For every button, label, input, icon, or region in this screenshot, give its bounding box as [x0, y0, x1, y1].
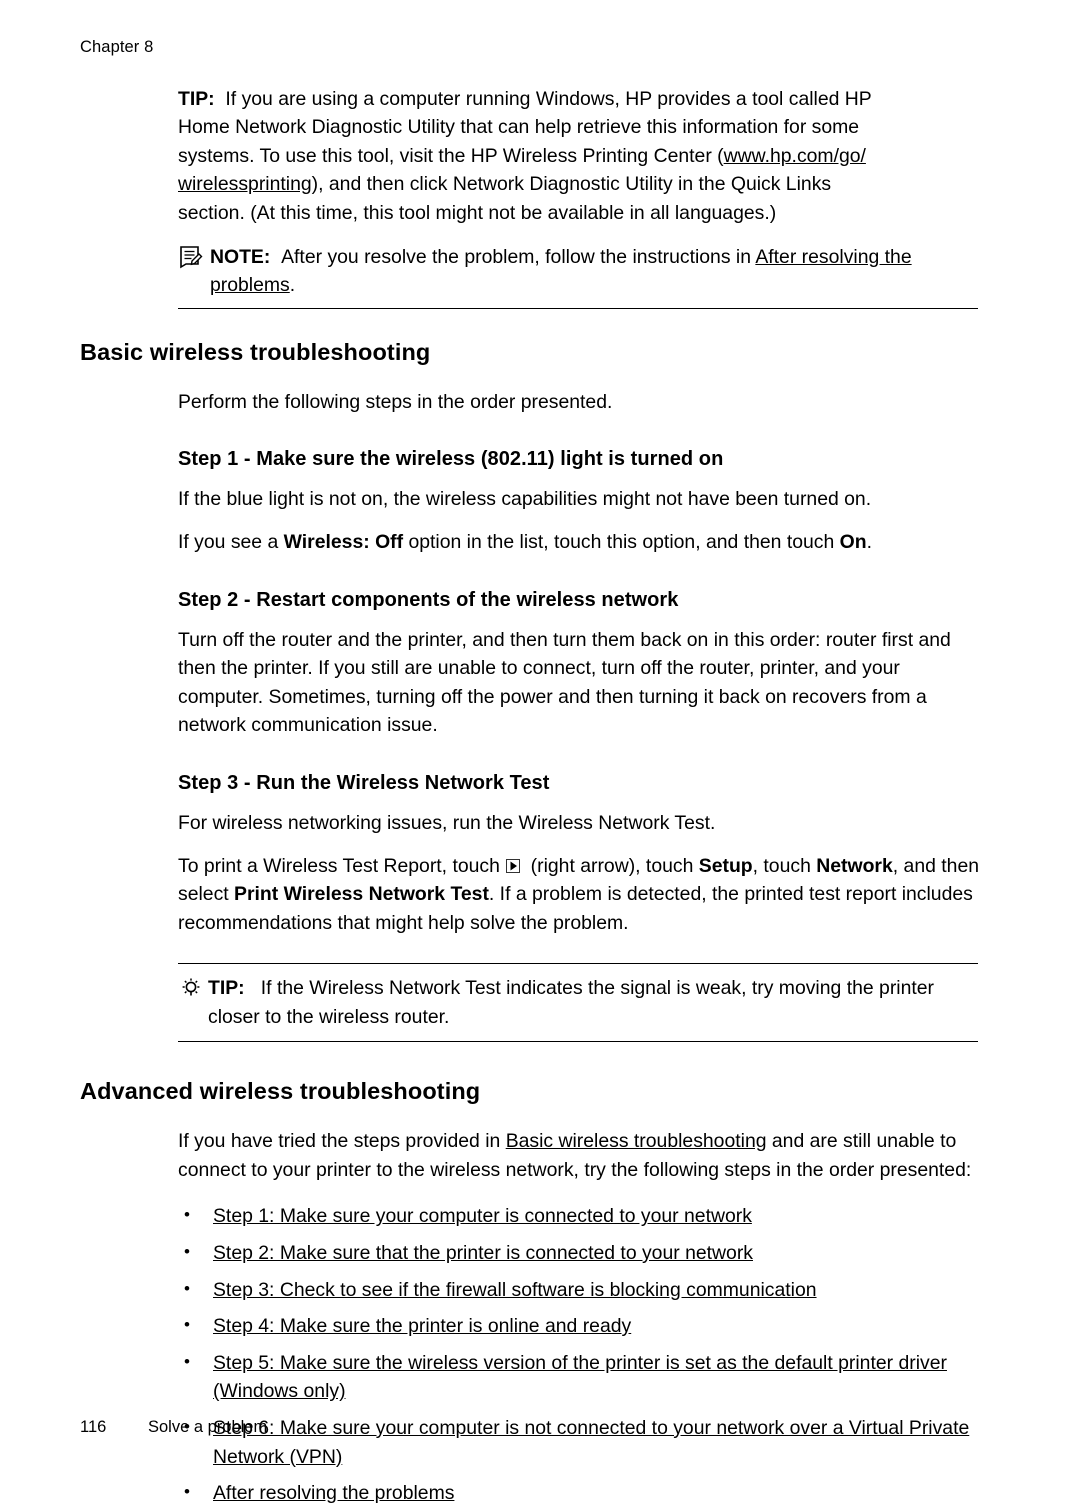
page-footer: 116 Solve a problem [80, 1418, 267, 1437]
tip2-divider-top [178, 963, 978, 965]
tip-block-1: TIP: If you are using a computer running… [178, 85, 978, 227]
advanced-step-link[interactable]: Step 4: Make sure the printer is online … [213, 1315, 631, 1337]
step3-heading: Step 3 - Run the Wireless Network Test [178, 772, 550, 794]
note-divider [178, 307, 978, 309]
document-page: Chapter 8 TIP: If you are using a comput… [0, 0, 1080, 1506]
right-arrow-icon [506, 854, 522, 873]
note-block: NOTE: After you resolve the problem, fol… [178, 243, 978, 309]
step1-p2-a: If you see a [178, 531, 284, 554]
tip-line-5: section. (At this time, this tool might … [178, 201, 777, 224]
advanced-step-link[interactable]: Step 1: Make sure your computer is conne… [213, 1205, 752, 1227]
tip-line-3: systems. To use this tool, visit the HP … [178, 144, 724, 167]
step3-p2-c: , touch [752, 854, 817, 877]
basic-wireless-troubleshooting-link[interactable]: Basic wireless troubleshooting [506, 1130, 767, 1152]
advanced-step-link[interactable]: Step 6: Make sure your computer is not c… [213, 1417, 969, 1468]
network-label: Network [816, 854, 893, 877]
chapter-label: Chapter 8 [80, 38, 154, 56]
tip-block-2: TIP: If the Wireless Network Test indica… [178, 963, 978, 1043]
list-item[interactable]: Step 2: Make sure that the printer is co… [178, 1238, 1023, 1268]
basic-intro-paragraph: Perform the following steps in the order… [178, 390, 613, 413]
section-heading-basic: Basic wireless troubleshooting [80, 338, 431, 365]
advanced-step-link[interactable]: Step 2: Make sure that the printer is co… [213, 1242, 753, 1264]
step1-heading: Step 1 - Make sure the wireless (802.11)… [178, 448, 724, 471]
step3-p2-a: To print a Wireless Test Report, touch [178, 854, 506, 877]
tip2-label: TIP: [208, 977, 245, 1000]
note-text-a: After you resolve the problem, follow th… [281, 246, 756, 269]
advanced-step-link[interactable]: After resolving the problems [213, 1482, 454, 1504]
footer-section-name: Solve a problem [148, 1418, 268, 1436]
after-resolving-link[interactable]: After resolving the [755, 246, 911, 268]
wireless-off-label: Wireless: Off [283, 531, 404, 554]
step1-paragraph-1: If the blue light is not on, the wireles… [178, 488, 872, 511]
step3-p2-b: (right arrow), touch [525, 854, 699, 877]
advanced-step-link[interactable]: Step 3: Check to see if the firewall sof… [213, 1279, 817, 1301]
step1-paragraph-2: If you see a Wireless: Off option in the… [178, 528, 983, 557]
on-label: On [839, 531, 867, 554]
tip2-text: If the Wireless Network Test indicates t… [208, 977, 934, 1028]
tip-line-1: If you are using a computer running Wind… [225, 88, 872, 110]
tip2-divider-bottom [178, 1041, 978, 1043]
list-item[interactable]: Step 6: Make sure your computer is not c… [178, 1413, 1023, 1471]
tip-line-4: ), and then click Network Diagnostic Uti… [311, 173, 832, 196]
note-text-b: . [289, 274, 296, 297]
step3-paragraph-2: To print a Wireless Test Report, touch (… [178, 852, 983, 938]
list-item[interactable]: Step 5: Make sure the wireless version o… [178, 1348, 1023, 1406]
after-resolving-link-cont[interactable]: problems [210, 274, 290, 296]
step2-heading: Step 2 - Restart components of the wirel… [178, 588, 679, 611]
advanced-step-link[interactable]: Step 5: Make sure the wireless version o… [213, 1352, 947, 1403]
note-label: NOTE: [210, 246, 271, 269]
page-number: 116 [80, 1418, 107, 1436]
list-item[interactable]: Step 1: Make sure your computer is conne… [178, 1201, 1023, 1231]
adv-intro-a: If you have tried the steps provided in [178, 1130, 506, 1153]
list-item[interactable]: After resolving the problems [178, 1478, 1023, 1508]
tip-label: TIP: [178, 88, 215, 110]
page-content: TIP: If you are using a computer running… [80, 85, 1000, 1508]
lightbulb-icon [178, 977, 204, 1006]
advanced-intro-paragraph: If you have tried the steps provided in … [178, 1127, 983, 1184]
advanced-steps-list: Step 1: Make sure your computer is conne… [80, 1201, 1000, 1507]
step1-p2-e: . [866, 531, 872, 554]
list-item[interactable]: Step 3: Check to see if the firewall sof… [178, 1275, 1023, 1305]
step2-paragraph-1: Turn off the router and the printer, and… [178, 628, 951, 737]
step3-paragraph-1: For wireless networking issues, run the … [178, 812, 716, 834]
note-icon [178, 245, 204, 274]
list-item[interactable]: Step 4: Make sure the printer is online … [178, 1311, 1023, 1341]
setup-label: Setup [698, 854, 753, 877]
tip-line-2: Home Network Diagnostic Utility that can… [178, 116, 860, 139]
hp-url-link-part2[interactable]: wirelessprinting [178, 173, 312, 195]
section-heading-advanced: Advanced wireless troubleshooting [80, 1078, 481, 1105]
step1-p2-c: option in the list, touch this option, a… [403, 531, 840, 554]
tip2-body: TIP: If the Wireless Network Test indica… [208, 974, 978, 1031]
hp-url-link-part1[interactable]: www.hp.com/go/ [724, 145, 866, 167]
print-wireless-network-test-label: Print Wireless Network Test [234, 883, 489, 906]
